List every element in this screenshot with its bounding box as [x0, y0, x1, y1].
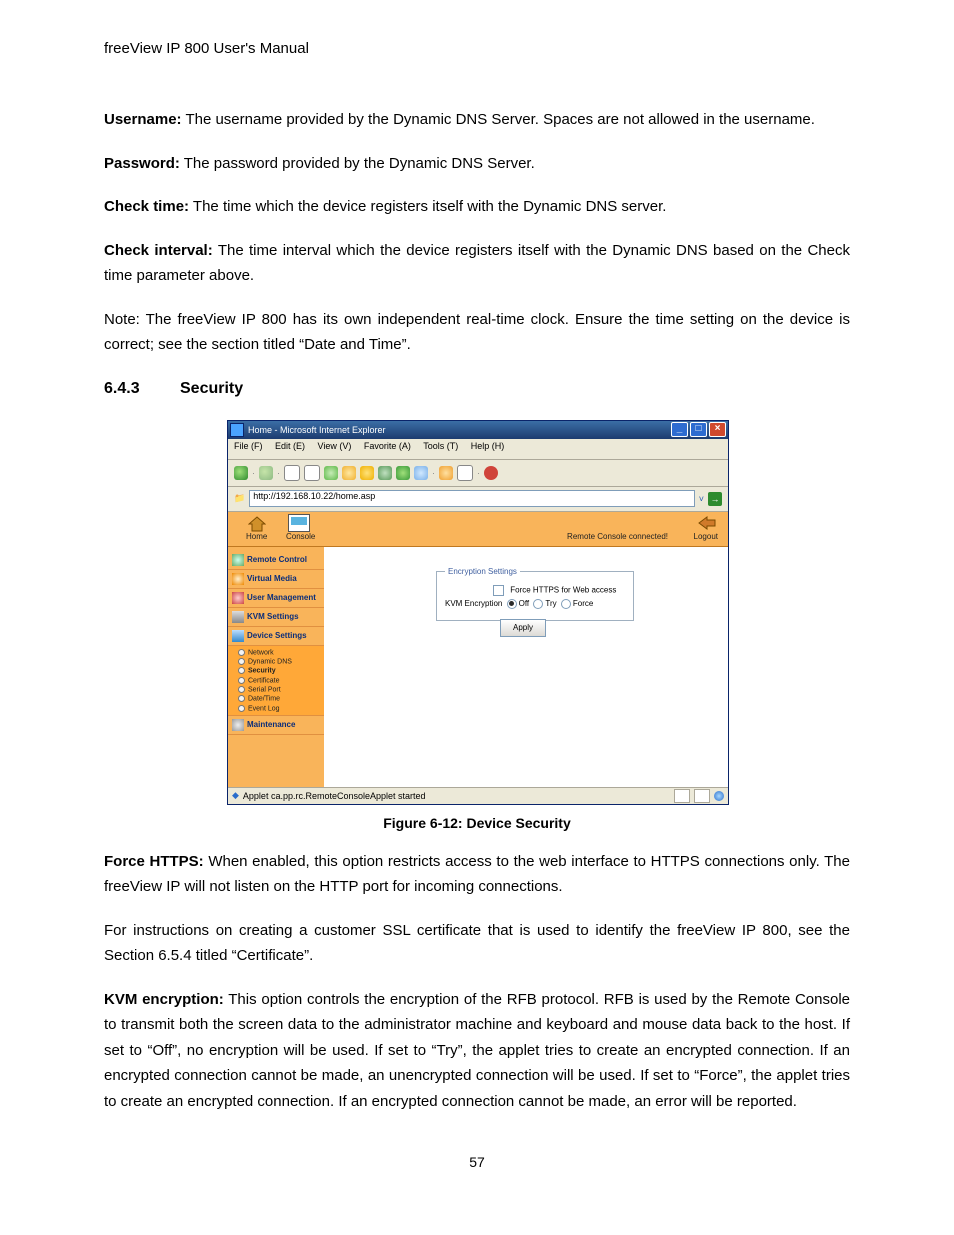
figure-screenshot: Home - Microsoft Internet Explorer _ □ ×… — [227, 420, 727, 805]
history-icon[interactable] — [378, 466, 392, 480]
menu-bar: File (F) Edit (E) View (V) Favorite (A) … — [228, 439, 728, 460]
console-button-icon[interactable] — [288, 514, 310, 532]
ie-icon — [230, 423, 244, 437]
menu-file[interactable]: File (F) — [234, 441, 263, 451]
menu-view[interactable]: View (V) — [318, 441, 352, 451]
logout-label[interactable]: Logout — [694, 532, 718, 541]
para-check-interval: Check interval: The time interval which … — [104, 238, 850, 289]
connection-status: Remote Console connected! — [567, 532, 668, 541]
sidebar-sub-event-log[interactable]: Event Log — [228, 704, 324, 713]
section-heading: 6.4.3Security — [104, 380, 850, 398]
internet-zone-icon — [714, 791, 724, 801]
apply-button[interactable]: Apply — [500, 619, 546, 637]
encryption-settings-group: Encryption Settings Force HTTPS for Web … — [436, 567, 634, 621]
status-text: Applet ca.pp.rc.RemoteConsoleApplet star… — [243, 791, 426, 801]
para-username: Username: The username provided by the D… — [104, 107, 850, 133]
sidebar-item-kvm-settings[interactable]: KVM Settings — [228, 608, 324, 627]
page-number: 57 — [104, 1154, 850, 1170]
go-button[interactable]: → — [708, 492, 722, 506]
applet-icon: ◆ — [232, 790, 239, 801]
sidebar-item-virtual-media[interactable]: Virtual Media — [228, 570, 324, 589]
sidebar-item-device-settings[interactable]: Device Settings — [228, 627, 324, 646]
mail-icon[interactable] — [439, 466, 453, 480]
address-field[interactable]: http://192.168.10.22/home.asp — [249, 490, 695, 507]
browser-status-bar: ◆ Applet ca.pp.rc.RemoteConsoleApplet st… — [228, 787, 728, 804]
console-label[interactable]: Console — [286, 532, 315, 541]
print-icon[interactable] — [414, 466, 428, 480]
sidebar-item-user-management[interactable]: User Management — [228, 589, 324, 608]
figure-caption: Figure 6-12: Device Security — [104, 815, 850, 831]
stop-icon[interactable] — [284, 465, 300, 481]
status-seg-1 — [674, 789, 690, 803]
sidebar-sub-serial-port[interactable]: Serial Port — [228, 685, 324, 694]
sidebar-item-remote-control[interactable]: Remote Control — [228, 551, 324, 570]
menu-help[interactable]: Help (H) — [471, 441, 505, 451]
device-settings-icon — [232, 630, 244, 642]
sidebar-sub-network[interactable]: Network — [228, 648, 324, 657]
sidebar-sub-date-time[interactable]: Date/Time — [228, 694, 324, 703]
kvm-enc-force-label: Force — [573, 599, 593, 608]
forward-icon[interactable] — [259, 466, 273, 480]
para-password: Password: The password provided by the D… — [104, 151, 850, 177]
para-check-time: Check time: The time which the device re… — [104, 194, 850, 220]
close-button[interactable]: × — [709, 422, 726, 437]
logout-icon[interactable] — [698, 516, 716, 530]
edit-icon[interactable] — [457, 465, 473, 481]
favorites-icon[interactable] — [360, 466, 374, 480]
maintenance-icon — [232, 719, 244, 731]
user-management-icon — [232, 592, 244, 604]
kvm-enc-off-label: Off — [519, 599, 530, 608]
home-icon[interactable] — [324, 466, 338, 480]
window-titlebar: Home - Microsoft Internet Explorer _ □ × — [228, 421, 728, 439]
sidebar-item-maintenance[interactable]: Maintenance — [228, 716, 324, 735]
menu-favorites[interactable]: Favorite (A) — [364, 441, 411, 451]
kvm-enc-force-radio[interactable] — [561, 599, 571, 609]
sidebar-sub-certificate[interactable]: Certificate — [228, 676, 324, 685]
kvm-enc-off-radio[interactable] — [507, 599, 517, 609]
para-kvm-encryption: KVM encryption: This option controls the… — [104, 987, 850, 1115]
minimize-button[interactable]: _ — [671, 422, 688, 437]
refresh-icon[interactable] — [304, 465, 320, 481]
app-header: Home Console Remote Console connected! L… — [228, 512, 728, 547]
sidebar-sub-dynamic-dns[interactable]: Dynamic DNS — [228, 657, 324, 666]
home-button-icon[interactable] — [248, 516, 266, 532]
address-dropdown-icon[interactable]: ˅ — [699, 494, 704, 504]
remote-control-icon — [232, 554, 244, 566]
search-icon[interactable] — [342, 466, 356, 480]
force-https-label: Force HTTPS for Web access — [510, 585, 616, 594]
media-icon[interactable] — [396, 466, 410, 480]
encryption-legend: Encryption Settings — [445, 567, 520, 576]
menu-edit[interactable]: Edit (E) — [275, 441, 305, 451]
para-force-https: Force HTTPS: When enabled, this option r… — [104, 849, 850, 900]
messenger-icon[interactable] — [484, 466, 498, 480]
kvm-enc-try-radio[interactable] — [533, 599, 543, 609]
virtual-media-icon — [232, 573, 244, 585]
home-label[interactable]: Home — [246, 532, 267, 541]
kvm-enc-try-label: Try — [545, 599, 556, 608]
window-title: Home - Microsoft Internet Explorer — [248, 425, 386, 435]
toolbar: · · · · — [228, 460, 728, 487]
status-seg-2 — [694, 789, 710, 803]
back-icon[interactable] — [234, 466, 248, 480]
kvm-encryption-label: KVM Encryption — [445, 599, 502, 608]
para-cert-ref: For instructions on creating a customer … — [104, 918, 850, 969]
sidebar-sub-security[interactable]: Security — [228, 666, 324, 675]
running-header: freeView IP 800 User's Manual — [104, 40, 850, 57]
menu-tools[interactable]: Tools (T) — [423, 441, 458, 451]
force-https-checkbox[interactable] — [493, 585, 504, 596]
para-note: Note: The freeView IP 800 has its own in… — [104, 307, 850, 358]
main-panel: Encryption Settings Force HTTPS for Web … — [324, 547, 728, 787]
folder-icon: 📁 — [234, 493, 245, 504]
maximize-button[interactable]: □ — [690, 422, 707, 437]
kvm-settings-icon — [232, 611, 244, 623]
address-bar: 📁 http://192.168.10.22/home.asp ˅ → — [228, 487, 728, 512]
sidebar: Remote Control Virtual Media User Manage… — [228, 547, 324, 787]
